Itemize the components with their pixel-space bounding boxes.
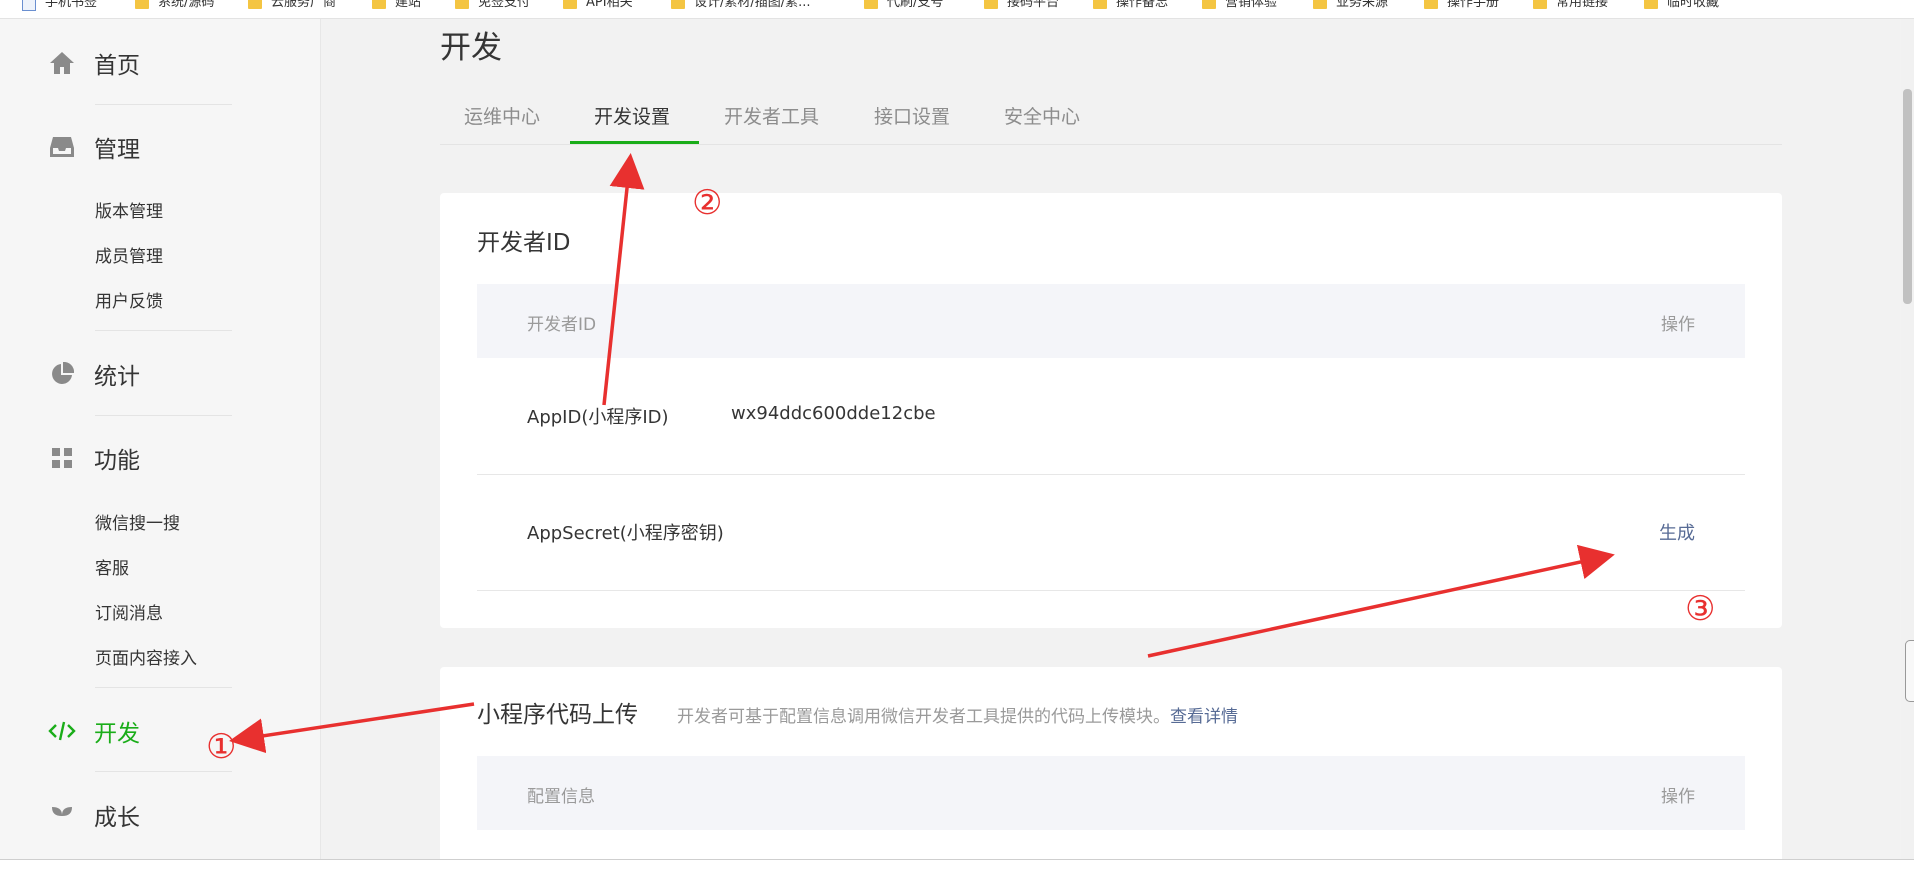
sidebar-item-stats[interactable]: 统计 xyxy=(48,354,140,394)
tab-dev-settings[interactable]: 开发设置 xyxy=(594,102,670,129)
divider xyxy=(95,771,232,772)
bookmark-folder[interactable]: 临时收藏 xyxy=(1644,0,1719,10)
folder-icon xyxy=(372,0,386,9)
tab-ops-center[interactable]: 运维中心 xyxy=(464,102,540,129)
folder-icon xyxy=(563,0,577,9)
divider xyxy=(95,104,232,105)
folder-icon xyxy=(248,0,262,9)
upload-description: 开发者可基于配置信息调用微信开发者工具提供的代码上传模块。查看详情 xyxy=(677,707,1238,727)
bookmark-folder[interactable]: 操作备忘 xyxy=(1093,0,1168,10)
divider xyxy=(95,330,232,331)
tab-dev-tools[interactable]: 开发者工具 xyxy=(724,102,819,129)
view-details-link[interactable]: 查看详情 xyxy=(1170,707,1238,727)
home-icon xyxy=(48,49,76,77)
code-icon xyxy=(48,717,76,745)
table-header: 开发者ID 操作 xyxy=(477,284,1745,358)
folder-icon xyxy=(135,0,149,9)
column-header-action: 操作 xyxy=(1661,315,1695,335)
annotation-number-3: ③ xyxy=(1685,589,1716,629)
folder-icon xyxy=(1533,0,1547,9)
generate-secret-link[interactable]: 生成 xyxy=(1659,519,1695,545)
column-header-devid: 开发者ID xyxy=(527,315,597,335)
bookmark-folder[interactable]: 代刷/支号 xyxy=(864,0,943,10)
bookmark-folder[interactable]: 营销体验 xyxy=(1202,0,1277,10)
bookmark-folder[interactable]: 系统/源码 xyxy=(135,0,214,10)
inbox-icon xyxy=(48,133,76,161)
divider xyxy=(95,687,232,688)
bookmark-folder[interactable]: 操作手册 xyxy=(1424,0,1499,10)
table-header: 配置信息 操作 xyxy=(477,756,1745,830)
table-row-appsecret: AppSecret(小程序密钥) 生成 xyxy=(477,474,1745,591)
bookmarks-bar: 手机书签 系统/源码 云服务厂商 建站 免签支付 API相关 设计/素材/插图/… xyxy=(0,0,1914,19)
folder-icon xyxy=(1093,0,1107,9)
pie-chart-icon xyxy=(48,360,76,388)
sidebar-item-home[interactable]: 首页 xyxy=(48,43,140,83)
sidebar-item-customer-service[interactable]: 客服 xyxy=(95,554,129,579)
annotation-number-1: ① xyxy=(206,727,237,767)
bookmark-folder[interactable]: 云服务厂商 xyxy=(248,0,336,10)
card-title: 小程序代码上传 xyxy=(477,702,638,728)
code-upload-card: 小程序代码上传 开发者可基于配置信息调用微信开发者工具提供的代码上传模块。查看详… xyxy=(440,667,1782,867)
column-header-action: 操作 xyxy=(1661,787,1695,807)
bookmark-mobile[interactable]: 手机书签 xyxy=(22,0,97,11)
bookmark-folder[interactable]: API相关 xyxy=(563,0,633,10)
scrollbar[interactable] xyxy=(1901,19,1914,859)
sidebar-item-develop[interactable]: 开发 xyxy=(48,711,140,751)
sidebar-item-subscribe-message[interactable]: 订阅消息 xyxy=(95,599,163,624)
tab-security-center[interactable]: 安全中心 xyxy=(1004,102,1080,129)
divider xyxy=(95,415,232,416)
scrollbar-thumb[interactable] xyxy=(1903,89,1912,304)
bookmark-folder[interactable]: 接码平台 xyxy=(984,0,1059,10)
sidebar-item-growth[interactable]: 成长 xyxy=(48,795,140,835)
folder-icon xyxy=(1313,0,1327,9)
folder-icon xyxy=(1424,0,1438,9)
bookmark-folder[interactable]: 设计/素材/插图/素... xyxy=(671,0,811,10)
table-row-appid: AppID(小程序ID) wx94ddc600dde12cbe xyxy=(477,358,1745,475)
appsecret-label: AppSecret(小程序密钥) xyxy=(527,523,724,544)
folder-icon xyxy=(984,0,998,9)
developer-id-card: 开发者ID 开发者ID 操作 AppID(小程序ID) wx94ddc600dd… xyxy=(440,193,1782,628)
active-tab-indicator xyxy=(570,141,699,144)
sidebar-item-wechat-search[interactable]: 微信搜一搜 xyxy=(95,509,180,534)
sidebar-item-page-content[interactable]: 页面内容接入 xyxy=(95,644,197,669)
sidebar-item-manage[interactable]: 管理 xyxy=(48,127,140,167)
sidebar-item-member-manage[interactable]: 成员管理 xyxy=(95,242,163,267)
tab-api-settings[interactable]: 接口设置 xyxy=(874,102,950,129)
folder-icon xyxy=(671,0,685,9)
folder-icon xyxy=(864,0,878,9)
bookmark-folder[interactable]: 建站 xyxy=(372,0,421,10)
card-title: 开发者ID xyxy=(477,230,571,256)
appid-label: AppID(小程序ID) xyxy=(527,407,669,428)
status-bar xyxy=(0,859,1914,871)
sidebar-item-version-manage[interactable]: 版本管理 xyxy=(95,197,163,222)
sidebar: 首页 管理 版本管理 成员管理 用户反馈 统计 功能 微信搜一搜 客服 订阅消息… xyxy=(0,19,321,859)
sidebar-item-features[interactable]: 功能 xyxy=(48,438,140,478)
sprout-icon xyxy=(48,801,76,829)
appid-value: wx94ddc600dde12cbe xyxy=(731,403,936,424)
folder-icon xyxy=(1644,0,1658,9)
grid-icon xyxy=(48,444,76,472)
page-icon xyxy=(22,0,36,11)
bookmark-folder[interactable]: 免签支付 xyxy=(455,0,530,10)
bookmark-folder[interactable]: 业务采源 xyxy=(1313,0,1388,10)
bookmark-folder[interactable]: 常用链接 xyxy=(1533,0,1608,10)
column-header-config: 配置信息 xyxy=(527,787,595,807)
side-panel-handle[interactable] xyxy=(1905,640,1914,702)
annotation-number-2: ② xyxy=(692,183,723,223)
sidebar-item-user-feedback[interactable]: 用户反馈 xyxy=(95,287,163,312)
folder-icon xyxy=(455,0,469,9)
folder-icon xyxy=(1202,0,1216,9)
page-title: 开发 xyxy=(440,30,502,66)
tab-bar: 运维中心 开发设置 开发者工具 接口设置 安全中心 xyxy=(440,92,1782,145)
